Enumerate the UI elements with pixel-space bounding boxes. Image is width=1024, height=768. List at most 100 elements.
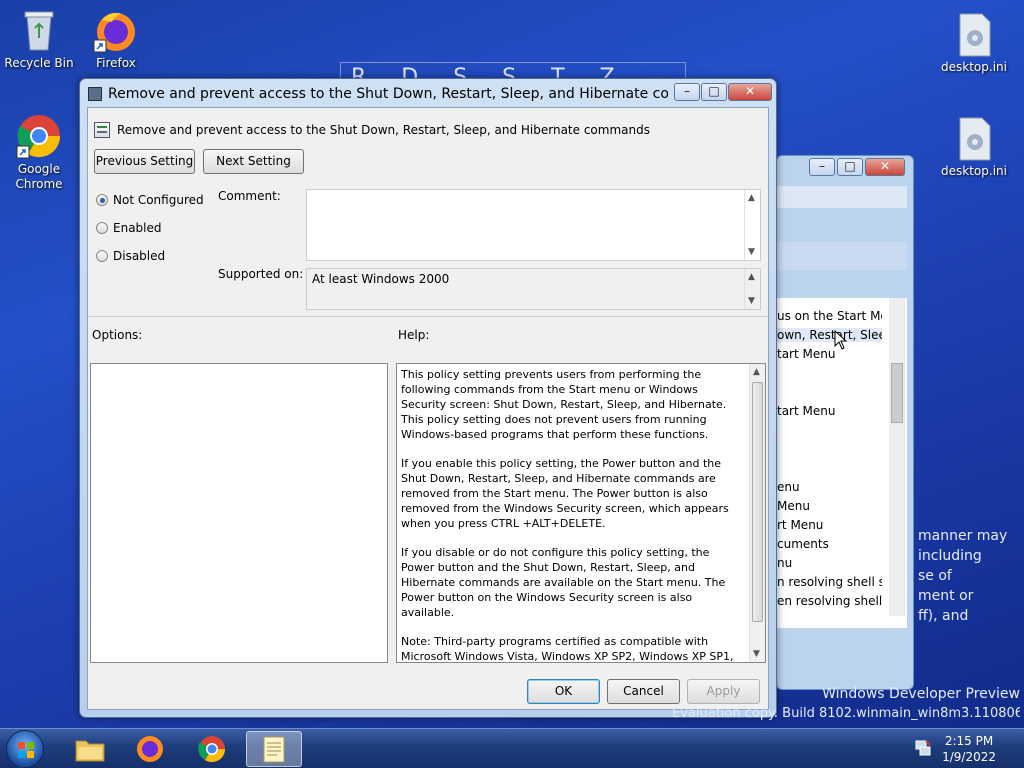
help-paragraph: If you disable or do not configure this … <box>401 546 726 619</box>
background-text-line: manner may <box>918 528 1008 544</box>
list-item[interactable]: rt Menu <box>777 518 882 532</box>
list-item[interactable]: nu <box>777 556 882 570</box>
desktop-icon-firefox[interactable]: Firefox <box>78 6 154 70</box>
options-label: Options: <box>92 328 143 342</box>
firefox-icon <box>137 736 163 762</box>
supported-on-value: At least Windows 2000 <box>312 272 450 286</box>
scroll-up-icon[interactable]: ▲ <box>748 272 755 282</box>
desktop-icon-label: desktop.ini <box>941 164 1007 178</box>
background-window-pane <box>777 242 907 270</box>
list-item[interactable]: enu <box>777 480 882 494</box>
vertical-scrollbar[interactable] <box>889 298 905 616</box>
radio-disabled[interactable]: Disabled <box>96 249 165 263</box>
help-paragraph: Note: Third-party programs certified as … <box>401 635 734 663</box>
list-item[interactable]: own, Restart, Sleep... <box>777 328 882 342</box>
list-item[interactable]: us on the Start Me... <box>777 309 882 323</box>
background-text: manner may including se of ment or ff), … <box>918 526 1007 626</box>
minimize-button[interactable]: – <box>674 83 700 101</box>
divider <box>88 316 768 317</box>
dialog-title: Remove and prevent access to the Shut Do… <box>108 86 668 102</box>
dialog-client-area: Remove and prevent access to the Shut Do… <box>87 107 769 710</box>
network-tray-icon[interactable] <box>914 739 932 760</box>
scroll-up-icon[interactable]: ▲ <box>753 367 760 377</box>
ini-file-icon <box>950 10 998 58</box>
cancel-button[interactable]: Cancel <box>607 679 680 704</box>
comment-label: Comment: <box>218 189 281 203</box>
supported-scrollbar[interactable]: ▲ ▼ <box>744 269 760 309</box>
radio-enabled[interactable]: Enabled <box>96 221 162 235</box>
comment-field[interactable]: ▲ ▼ <box>306 189 761 261</box>
chrome-icon <box>15 112 63 160</box>
minimize-button[interactable]: – <box>809 158 835 176</box>
list-item[interactable]: tart Menu <box>777 347 882 361</box>
close-button[interactable]: ✕ <box>865 158 905 176</box>
radio-label: Not Configured <box>113 193 204 207</box>
firefox-icon <box>92 6 140 54</box>
start-button[interactable] <box>6 730 44 768</box>
comment-scrollbar[interactable]: ▲ ▼ <box>744 190 760 260</box>
next-setting-button[interactable]: Next Setting <box>203 149 304 174</box>
background-window-toolbar <box>777 186 907 208</box>
ini-file-icon <box>950 114 998 162</box>
policy-icon <box>94 122 110 138</box>
taskbar-firefox[interactable] <box>122 731 178 767</box>
taskbar-group-policy[interactable] <box>246 731 302 767</box>
scroll-down-icon[interactable]: ▼ <box>748 247 755 257</box>
comment-text <box>307 190 760 196</box>
chrome-icon <box>198 736 226 763</box>
background-text-line: including <box>918 548 982 564</box>
radio-label: Disabled <box>113 249 166 263</box>
background-text-line: ment or <box>918 588 974 604</box>
desktop-icon-desktop-ini-2[interactable]: desktop.ini <box>936 114 1012 178</box>
desktop-icon-desktop-ini[interactable]: desktop.ini <box>936 10 1012 74</box>
help-label: Help: <box>398 328 430 342</box>
desktop-icon-recycle-bin[interactable]: Recycle Bin <box>1 6 77 70</box>
policy-setting-dialog[interactable]: Remove and prevent access to the Shut Do… <box>79 78 777 718</box>
help-text: This policy setting prevents users from … <box>397 364 765 663</box>
list-item[interactable]: en resolving shell ... <box>777 594 882 608</box>
desktop-icon-label: desktop.ini <box>941 60 1007 74</box>
radio-not-configured[interactable]: Not Configured <box>96 193 204 207</box>
help-paragraph: If you enable this policy setting, the P… <box>401 457 729 530</box>
policy-header: Remove and prevent access to the Shut Do… <box>117 123 650 137</box>
scrollbar-thumb[interactable] <box>891 363 903 423</box>
recycle-bin-icon <box>15 6 63 54</box>
background-text-line: se of <box>918 568 952 584</box>
scroll-up-icon[interactable]: ▲ <box>748 193 755 203</box>
list-item[interactable]: tart Menu <box>777 404 882 418</box>
scrollbar-thumb[interactable] <box>752 382 763 622</box>
supported-on-label: Supported on: <box>218 267 304 281</box>
system-clock[interactable]: 2:15 PM 1/9/2022 <box>942 733 996 765</box>
desktop-icon-label: Google Chrome <box>15 162 63 191</box>
scroll-down-icon[interactable]: ▼ <box>748 296 755 306</box>
mouse-cursor-icon <box>834 329 848 353</box>
background-text-line: ff), and <box>918 608 969 624</box>
supported-on-field: At least Windows 2000 ▲ ▼ <box>306 268 761 310</box>
desktop-icon-chrome[interactable]: Google Chrome <box>1 112 77 192</box>
taskbar-chrome[interactable] <box>184 731 240 767</box>
radio-label: Enabled <box>113 221 162 235</box>
previous-setting-button[interactable]: Previous Setting <box>94 149 195 174</box>
close-button[interactable]: ✕ <box>728 83 772 101</box>
list-item[interactable]: n resolving shell s... <box>777 575 882 589</box>
help-pane[interactable]: This policy setting prevents users from … <box>396 363 766 663</box>
scroll-down-icon[interactable]: ▼ <box>753 649 760 659</box>
help-paragraph: This policy setting prevents users from … <box>401 368 727 441</box>
folder-icon <box>75 740 105 762</box>
options-pane[interactable] <box>90 363 388 663</box>
maximize-button[interactable]: □ <box>837 158 863 176</box>
watermark-line: Evaluation copy. Build 8102.winmain_win8… <box>672 706 1020 721</box>
radio-selected-icon <box>96 194 108 206</box>
taskbar-explorer[interactable] <box>62 731 118 767</box>
help-scrollbar[interactable]: ▲ ▼ <box>749 364 765 662</box>
list-item[interactable]: cuments <box>777 537 882 551</box>
list-item[interactable]: Menu <box>777 499 882 513</box>
maximize-button[interactable]: □ <box>701 83 727 101</box>
clock-time: 2:15 PM <box>944 734 994 748</box>
ok-button[interactable]: OK <box>527 679 600 704</box>
radio-unselected-icon <box>96 250 108 262</box>
windows-logo-icon <box>18 742 34 758</box>
desktop-icon-label: Firefox <box>96 56 136 70</box>
desktop-icon-label: Recycle Bin <box>4 56 74 70</box>
background-window[interactable]: – □ ✕ us on the Start Me... own, Restart… <box>776 155 914 690</box>
